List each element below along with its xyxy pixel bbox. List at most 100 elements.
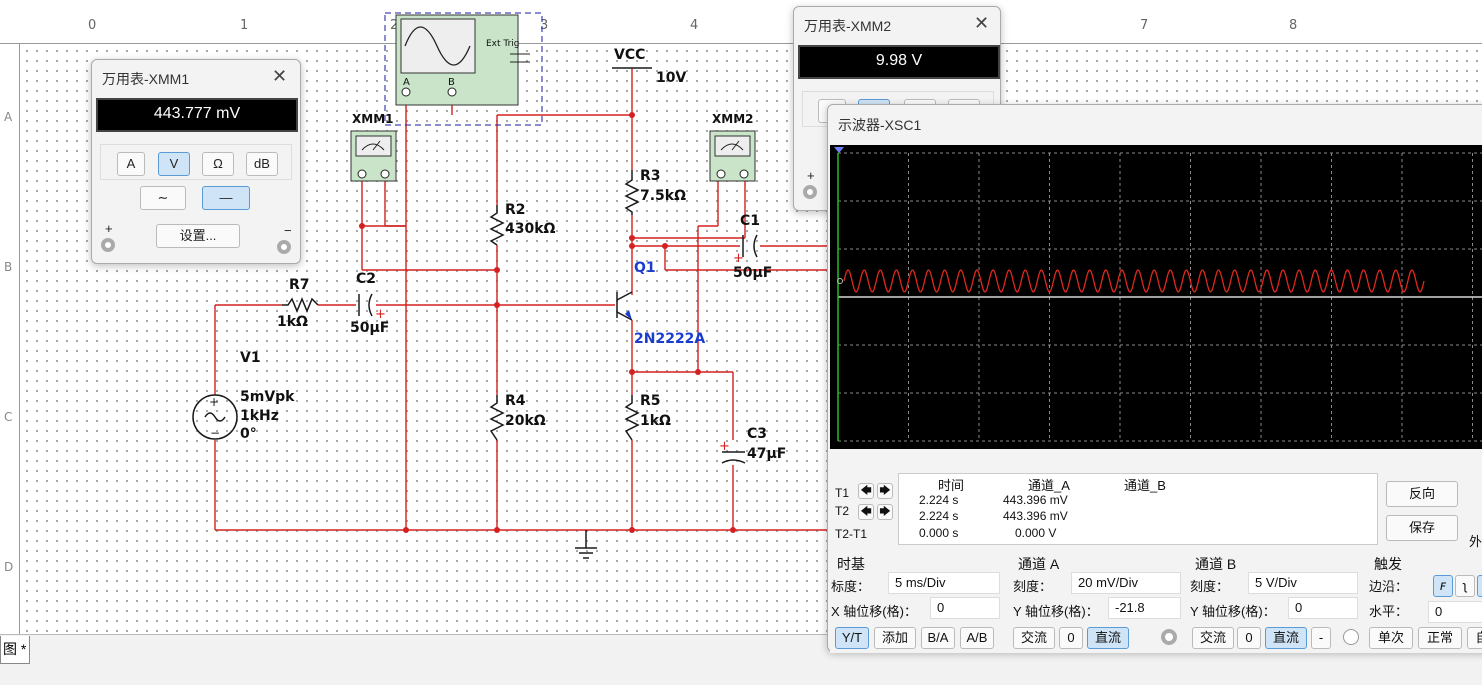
plus-terminal-icon[interactable] — [803, 185, 817, 199]
settings-button[interactable]: 设置... — [156, 224, 240, 248]
t2-right-arrow-icon[interactable]: 🡆 — [877, 504, 893, 520]
minus-terminal-icon[interactable] — [277, 240, 291, 254]
channel-b-scale-label: 刻度： — [1190, 579, 1230, 594]
ab-mode-button[interactable]: A/B — [960, 627, 994, 649]
r4-value: 20kΩ — [505, 413, 546, 429]
v1-amplitude: 5mVpk — [240, 389, 295, 405]
plus-terminal-label: + — [105, 221, 113, 236]
channel-a-header: 通道_A — [1028, 478, 1070, 493]
channel-a-zero-button[interactable]: 0 — [1059, 627, 1083, 649]
falling-edge-icon[interactable]: ʅ — [1455, 575, 1475, 597]
channel-b-ypos-input[interactable]: 0 — [1288, 597, 1358, 619]
r3-value: 7.5kΩ — [640, 188, 687, 204]
c1-label: C1 — [740, 213, 761, 229]
sheet-tab[interactable]: 图 * — [0, 636, 30, 664]
minus-terminal-label: − — [284, 223, 292, 238]
x-position-input[interactable]: 0 — [930, 597, 1000, 619]
edge-source-button[interactable] — [1477, 575, 1482, 597]
vcc-value: 10V — [656, 70, 687, 86]
scope-b-label: B — [448, 77, 455, 88]
c1-value: 50µF — [733, 265, 773, 281]
dc-button[interactable]: — — [202, 186, 250, 210]
window-title: 万用表-XMM2 — [804, 18, 892, 34]
t2-left-arrow-icon[interactable]: 🡄 — [858, 504, 874, 520]
channel-a-ypos-input[interactable]: -21.8 — [1108, 597, 1181, 619]
close-icon[interactable]: ✕ — [974, 13, 989, 34]
channel-b-scale-input[interactable]: 5 V/Div — [1248, 572, 1358, 594]
oscilloscope-xsc1-window[interactable]: 示波器-XSC1 T1 T2 T2-T1 🡄 🡆 🡄 🡆 时间 通道_A 通道_… — [827, 104, 1482, 653]
multimeter-xmm1-window[interactable]: 万用表-XMM1 ✕ 443.777 mV A V Ω dB ∼ — 设置...… — [91, 59, 301, 264]
meter-display: 9.98 V — [798, 45, 1000, 79]
xmm2-label: XMM2 — [712, 112, 754, 126]
close-icon[interactable]: ✕ — [272, 66, 287, 87]
t2-label: T2 — [835, 504, 850, 518]
reverse-button[interactable]: 反向 — [1386, 481, 1458, 507]
channel-a-dc-button[interactable]: 直流 — [1087, 627, 1129, 649]
timebase-scale-label: 标度： — [831, 579, 871, 594]
timebase-scale-input[interactable]: 5 ms/Div — [888, 572, 1000, 594]
trigger-level-input[interactable]: 0 — [1428, 601, 1482, 623]
t2-time: 2.224 s — [919, 509, 959, 523]
channel-a-scale-input[interactable]: 20 mV/Div — [1071, 572, 1181, 594]
volt-button[interactable]: V — [158, 152, 190, 176]
channel-b-ac-button[interactable]: 交流 — [1192, 627, 1234, 649]
trigger-title: 触发 — [1374, 556, 1402, 572]
svg-text:+: + — [719, 439, 730, 454]
t2-t1-label: T2-T1 — [835, 527, 868, 541]
channel-b-ypos-label: Y 轴位移(格)： — [1190, 604, 1276, 619]
cursor-readout-table: 时间 通道_A 通道_B 2.224 s 443.396 mV 2.224 s … — [898, 473, 1378, 545]
plus-terminal-icon[interactable] — [101, 238, 115, 252]
time-header: 时间 — [937, 478, 964, 493]
auto-trigger-button[interactable]: 自 — [1467, 627, 1482, 649]
add-mode-button[interactable]: 添加 — [874, 627, 916, 649]
q1-model: 2N2222A — [634, 331, 706, 347]
yt-mode-button[interactable]: Y/T — [835, 627, 869, 649]
channel-b-zero-button[interactable]: 0 — [1237, 627, 1261, 649]
timebase-title: 时基 — [837, 556, 865, 572]
channel-a-title: 通道 A — [1018, 556, 1060, 572]
window-title: 示波器-XSC1 — [838, 117, 922, 133]
channel-b-terminal-icon[interactable] — [1343, 629, 1359, 645]
t1-left-arrow-icon[interactable]: 🡄 — [858, 483, 874, 499]
amp-button[interactable]: A — [117, 152, 145, 176]
r3-label: R3 — [640, 168, 661, 184]
r5-value: 1kΩ — [640, 413, 671, 429]
v1-frequency: 1kHz — [240, 408, 279, 424]
channel-b-header: 通道_B — [1124, 478, 1166, 493]
meter-display: 443.777 mV — [96, 98, 298, 132]
t2-channel-a: 443.396 mV — [1003, 509, 1068, 523]
scope-a-label: A — [403, 77, 410, 88]
r4-label: R4 — [505, 393, 526, 409]
ac-button[interactable]: ∼ — [140, 186, 186, 210]
r5-label: R5 — [640, 393, 661, 409]
channel-a-ac-button[interactable]: 交流 — [1013, 627, 1055, 649]
trigger-edge-label: 边沿： — [1369, 579, 1409, 594]
save-button[interactable]: 保存 — [1386, 515, 1458, 541]
svg-text:+: + — [209, 395, 219, 409]
r7-value: 1kΩ — [277, 314, 308, 330]
v1-label: V1 — [240, 350, 261, 366]
q1-label: Q1 — [634, 260, 656, 276]
db-button[interactable]: dB — [246, 152, 278, 176]
normal-trigger-button[interactable]: 正常 — [1418, 627, 1462, 649]
scope-graticule — [834, 147, 1482, 442]
ext-label: 外 — [1469, 534, 1482, 549]
channel-b-minus-button[interactable]: - — [1311, 627, 1331, 649]
channel-a-terminal-icon[interactable] — [1161, 629, 1177, 645]
c2-label: C2 — [356, 271, 377, 287]
single-trigger-button[interactable]: 单次 — [1369, 627, 1413, 649]
rising-edge-icon[interactable]: ꜰ — [1433, 575, 1453, 597]
channel-b-title: 通道 B — [1195, 556, 1237, 572]
scope-display — [830, 145, 1482, 449]
r2-value: 430kΩ — [505, 221, 556, 237]
ohm-button[interactable]: Ω — [202, 152, 234, 176]
x-position-label: X 轴位移(格)： — [831, 604, 917, 619]
c3-value: 47µF — [747, 446, 787, 462]
xmm1-label: XMM1 — [352, 112, 394, 126]
ba-mode-button[interactable]: B/A — [921, 627, 955, 649]
window-title: 万用表-XMM1 — [102, 71, 190, 87]
t1-right-arrow-icon[interactable]: 🡆 — [877, 483, 893, 499]
channel-b-dc-button[interactable]: 直流 — [1265, 627, 1307, 649]
c2-value: 50µF — [350, 320, 390, 336]
t1-time: 2.224 s — [919, 493, 959, 507]
